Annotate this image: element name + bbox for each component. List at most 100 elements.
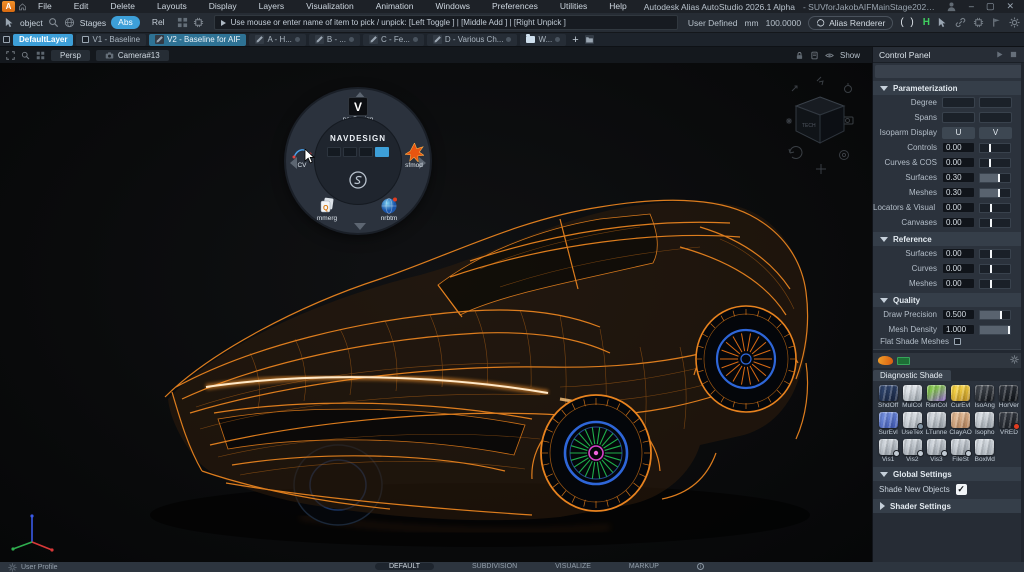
add-layer-button[interactable]: + [569, 34, 581, 46]
slider[interactable] [979, 143, 1011, 153]
isoparm-v-button[interactable]: V [979, 127, 1012, 139]
expand-view-icon[interactable] [6, 51, 15, 60]
page-icon[interactable] [810, 51, 819, 60]
layer-tab-w[interactable]: W... [520, 34, 566, 46]
workspace-tab-markup[interactable]: MARKUP [629, 563, 659, 570]
slider[interactable] [979, 188, 1011, 198]
spans-u-field[interactable] [942, 112, 975, 123]
units-user-defined[interactable]: User Defined [688, 18, 738, 28]
shade-swatch-shdoff[interactable]: ShdOff [876, 385, 900, 409]
value-field[interactable]: 0.00 [942, 142, 975, 153]
layer-dot-icon[interactable] [555, 37, 560, 42]
menu-layers[interactable]: Layers [248, 0, 296, 13]
play-icon[interactable] [995, 50, 1004, 59]
slider[interactable] [979, 249, 1011, 259]
layer-tab-d[interactable]: D - Various Ch... [427, 34, 518, 46]
slider[interactable] [979, 279, 1011, 289]
section-reference[interactable]: Reference [873, 232, 1024, 246]
degree-u-field[interactable] [942, 97, 975, 108]
shader-shelf-icon[interactable] [878, 356, 893, 365]
shade-swatch-horver[interactable]: HorVer [997, 385, 1021, 409]
shade-swatch-ltunne[interactable]: LTunne [924, 412, 948, 436]
slider[interactable] [979, 310, 1011, 320]
user-profile[interactable]: User Profile [8, 563, 58, 572]
isoparm-u-button[interactable]: U [942, 127, 975, 139]
menu-windows[interactable]: Windows [425, 0, 481, 13]
history-segments[interactable] [327, 147, 389, 157]
stop-icon[interactable] [1009, 50, 1018, 59]
stages-globe-icon[interactable] [64, 17, 75, 28]
workspace-tab-default[interactable]: DEFAULT [375, 563, 434, 570]
brackets-icon[interactable]: ( ) [900, 17, 915, 28]
value-field[interactable]: 0.00 [942, 157, 975, 168]
eye-icon[interactable] [825, 51, 834, 60]
shade-swatch-vred[interactable]: VRED [997, 412, 1021, 436]
section-quality[interactable]: Quality [873, 293, 1024, 307]
section-global-settings[interactable]: Global Settings [873, 467, 1024, 481]
shade-swatch-filest[interactable]: FileSt [948, 439, 972, 463]
section-shader-settings[interactable]: Shader Settings [873, 499, 1024, 513]
layer-dot-icon[interactable] [349, 37, 354, 42]
shade-settings-gear-icon[interactable] [1010, 355, 1019, 364]
chip-icon[interactable] [193, 17, 204, 28]
rel-toggle[interactable]: Rel [145, 16, 172, 29]
viewcube-cube[interactable]: TECH [796, 97, 844, 143]
value-field[interactable]: 0.500 [942, 309, 975, 320]
lock-icon[interactable] [795, 51, 804, 60]
viewcube[interactable]: TECH [778, 71, 862, 175]
menu-animation[interactable]: Animation [365, 0, 425, 13]
viewport-grid-icon[interactable] [36, 51, 45, 60]
options-gear-icon[interactable] [1009, 17, 1020, 28]
flat-shade-checkbox[interactable] [954, 338, 961, 345]
pick-object-label[interactable]: object [20, 18, 43, 28]
shade-swatch-isopho[interactable]: Isopho [973, 412, 997, 436]
shade-swatch-curevl[interactable]: CurEvl [948, 385, 972, 409]
pick-object-icon[interactable] [4, 17, 15, 28]
value-field[interactable]: 0.30 [942, 187, 975, 198]
layer-tab-default[interactable]: DefaultLayer [13, 34, 73, 46]
shade-swatch-vis2[interactable]: Vis2 [900, 439, 924, 463]
snap-chip-icon[interactable] [973, 17, 984, 28]
stages-label[interactable]: Stages [80, 18, 106, 28]
layer-tab-v2[interactable]: V2 - Baseline for AIF [149, 34, 246, 46]
shade-swatch-mulcol[interactable]: MulCol [900, 385, 924, 409]
diagnostic-shade-tab[interactable]: Diagnostic Shade [873, 368, 1024, 381]
workspace-tab-subdivision[interactable]: SUBDIVISION [472, 563, 517, 570]
workspace-tab-visualize[interactable]: VISUALIZE [555, 563, 591, 570]
slider[interactable] [979, 158, 1011, 168]
layer-tab-v1[interactable]: V1 - Baseline [76, 34, 146, 46]
arrow-down-icon[interactable] [354, 223, 366, 230]
slider[interactable] [979, 325, 1011, 335]
layer-dot-icon[interactable] [413, 37, 418, 42]
section-parameterization[interactable]: Parameterization [873, 81, 1024, 95]
viewport-search-icon[interactable] [21, 51, 30, 60]
new-layer-folder-button[interactable] [585, 35, 594, 44]
menu-visualization[interactable]: Visualization [295, 0, 365, 13]
slider[interactable] [979, 203, 1011, 213]
user-avatar-icon[interactable] [946, 1, 957, 12]
units-mm[interactable]: mm [744, 18, 758, 28]
value-field[interactable]: 1.000 [942, 324, 975, 335]
menu-layouts[interactable]: Layouts [146, 0, 198, 13]
menu-edit[interactable]: Edit [63, 0, 100, 13]
viewport-tab-persp[interactable]: Persp [51, 50, 90, 61]
value-field[interactable]: 0.00 [942, 278, 975, 289]
maximize-button[interactable]: ▢ [986, 0, 995, 13]
search-icon[interactable] [48, 17, 59, 28]
shade-swatch-rancol[interactable]: RanCol [924, 385, 948, 409]
slider[interactable] [979, 173, 1011, 183]
slider[interactable] [979, 218, 1011, 228]
layer-dot-icon[interactable] [506, 37, 511, 42]
value-field[interactable]: 0.00 [942, 217, 975, 228]
menu-file[interactable]: File [27, 0, 63, 13]
car-wireframe-scene[interactable] [0, 47, 872, 562]
perspective-viewport[interactable]: Persp Camera#13 Show [0, 47, 872, 562]
menu-delete[interactable]: Delete [99, 0, 146, 13]
layer-tab-c[interactable]: C - Fe... [363, 34, 424, 46]
spans-v-field[interactable] [979, 112, 1012, 123]
value-field[interactable]: 0.30 [942, 172, 975, 183]
snap-glyph-icon[interactable] [347, 169, 369, 196]
value-field[interactable]: 0.00 [942, 248, 975, 259]
marking-item-mmerg[interactable]: Q mmerg [302, 196, 352, 222]
show-menu[interactable]: Show [840, 51, 860, 60]
